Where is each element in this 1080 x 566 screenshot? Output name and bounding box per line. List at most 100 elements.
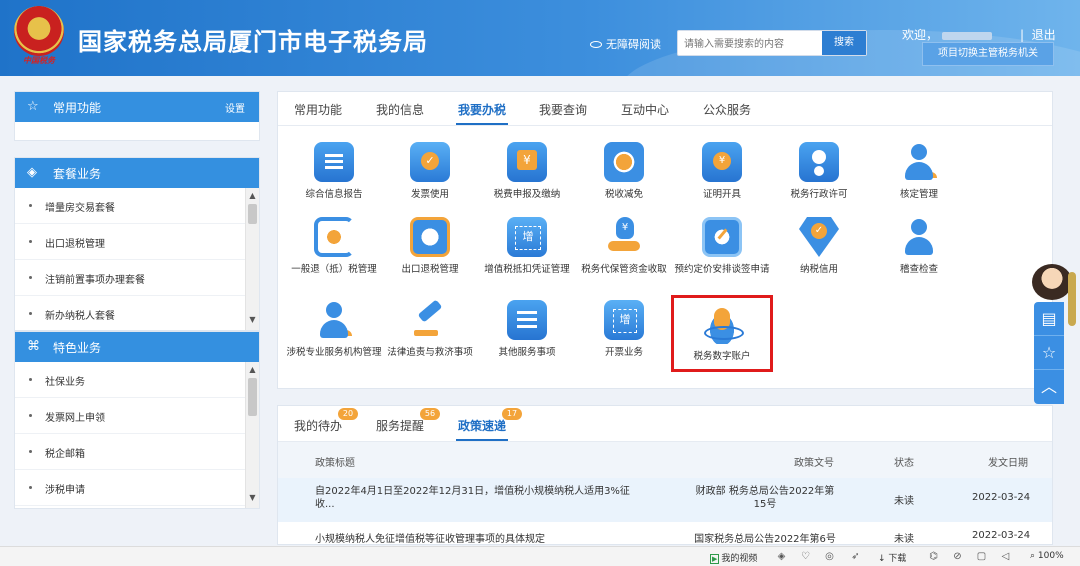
tab-service-reminder[interactable]: 服务提醒 56 — [376, 408, 441, 434]
speaker-icon[interactable]: ◁ — [1000, 551, 1011, 562]
sidebar-item-tax-mailbox[interactable]: 税企邮箱 — [15, 434, 259, 470]
service-certificate[interactable]: 证明开具 — [674, 142, 770, 201]
count-badge: 17 — [502, 408, 523, 420]
sidebar-settings-link[interactable]: 设置 — [225, 100, 245, 115]
document-icon — [314, 142, 354, 182]
zoom-level[interactable]: ⌕ 100% — [1030, 551, 1064, 561]
scroll-thumb[interactable] — [248, 204, 257, 224]
game-icon[interactable]: ⌬ — [928, 551, 939, 562]
customer-service-avatar[interactable] — [1032, 264, 1072, 300]
vat-stamp-icon — [507, 217, 547, 257]
scroll-down-icon[interactable]: ▼ — [246, 492, 259, 504]
tab-my-info[interactable]: 我的信息 — [376, 101, 424, 118]
search-input[interactable] — [684, 35, 824, 53]
policy-title-link[interactable]: 小规模纳税人免征增值税等征收管理事项的具体规定 — [315, 530, 545, 544]
switch-tax-authority-button[interactable]: 项目切换主管税务机关 — [922, 42, 1054, 66]
accessibility-link[interactable]: 无障碍阅读 — [590, 36, 661, 52]
service-vat-deduction[interactable]: 增值税抵扣凭证管理 — [479, 217, 575, 276]
scroll-up-icon[interactable]: ▲ — [246, 190, 259, 202]
service-inspection[interactable]: 稽查检查 — [871, 217, 967, 276]
username-mask — [942, 31, 993, 40]
service-label: 增值税抵扣凭证管理 — [484, 264, 570, 275]
service-label: 其他服务事项 — [498, 347, 556, 358]
eye-icon[interactable]: ◎ — [824, 551, 835, 562]
sidebar-packages-header[interactable]: ◈ 套餐业务 — [15, 158, 259, 188]
service-tax-credit[interactable]: 纳税信用 — [771, 217, 867, 276]
site-title: 国家税务总局厦门市电子税务局 — [78, 28, 428, 56]
sidebar-item-social-security[interactable]: 社保业务 — [15, 362, 259, 398]
service-admin-license[interactable]: 税务行政许可 — [771, 142, 867, 201]
policy-panel: 我的待办 20 服务提醒 56 政策速递 17 政策标题 政策文号 状态 发文日期 自… — [277, 405, 1053, 545]
sidebar-item-new-taxpayer-package[interactable]: 新办纳税人套餐 — [15, 296, 259, 332]
window-icon[interactable]: ▢ — [976, 551, 987, 562]
scroll-down-icon[interactable]: ▼ — [246, 314, 259, 326]
logout-label: 退出 — [1031, 28, 1056, 42]
rocket-icon[interactable]: ➶ — [850, 551, 861, 562]
scroll-up-icon[interactable]: ▲ — [246, 364, 259, 376]
emblem-caption: 中国税务 — [23, 56, 55, 65]
shield-icon[interactable]: ◈ — [776, 551, 787, 562]
refund-cycle-icon — [314, 217, 354, 257]
policy-title-link[interactable]: 自2022年4月1日至2022年12月31日，增值税小规模纳税人适用3%征收..… — [315, 485, 645, 511]
favorite-star-icon[interactable]: ☆ — [1034, 336, 1064, 370]
policy-table-header: 政策标题 政策文号 状态 发文日期 — [278, 442, 1052, 478]
tab-interaction[interactable]: 互动中心 — [621, 101, 669, 118]
back-to-top-icon[interactable]: ︿ — [1034, 370, 1064, 404]
my-video-button[interactable]: 我的视频 — [710, 551, 757, 564]
service-label: 出口退税管理 — [401, 264, 459, 275]
service-assessment[interactable]: 核定管理 — [871, 142, 967, 201]
sidebar-item-tax-application[interactable]: 涉税申请 — [15, 470, 259, 506]
service-other[interactable]: 其他服务事项 — [479, 300, 575, 359]
service-digital-tax-account[interactable]: 税务数字账户 — [671, 295, 773, 372]
window-scroll-thumb[interactable] — [1068, 272, 1076, 326]
bullet-icon — [29, 312, 32, 315]
tab-public-service[interactable]: 公众服务 — [703, 101, 751, 118]
agent-person-icon — [314, 300, 354, 340]
column-header-date: 发文日期 — [988, 458, 1028, 469]
service-invoice-use[interactable]: 发票使用 — [382, 142, 478, 201]
service-label: 核定管理 — [899, 189, 938, 200]
sidebar-item-invoice-apply[interactable]: 发票网上申领 — [15, 398, 259, 434]
sidebar-common-panel: ☆ 常用功能 设置 — [14, 91, 260, 141]
sidebar-special-panel: ⌘ 特色业务 社保业务 发票网上申领 税企邮箱 涉税申请 ▲ ▼ — [14, 331, 260, 509]
sidebar-special-header[interactable]: ⌘ 特色业务 — [15, 332, 259, 362]
sidebar-item-property-package[interactable]: 增量房交易套餐 — [15, 188, 259, 224]
sidebar-special-scrollbar[interactable]: ▲ ▼ — [245, 362, 259, 508]
list-icon — [507, 300, 547, 340]
service-export-rebate[interactable]: 出口退税管理 — [382, 217, 478, 276]
table-row[interactable]: 小规模纳税人免征增值税等征收管理事项的具体规定 国家税务总局公告2022年第6号… — [278, 522, 1052, 544]
service-tax-relief[interactable]: 税收减免 — [576, 142, 672, 201]
service-label: 法律追责与救济事项 — [387, 347, 473, 358]
service-legal-remedy[interactable]: 法律追责与救济事项 — [382, 300, 478, 359]
service-pricing-arrangement[interactable]: 预约定价安排谈签申请 — [674, 217, 770, 276]
logout-link[interactable]: | 退出 — [1020, 26, 1056, 43]
sidebar-item-deregistration-package[interactable]: 注销前置事项办理套餐 — [15, 260, 259, 296]
service-label: 一般退（抵）税管理 — [291, 264, 377, 275]
download-button[interactable]: ↓ 下载 — [878, 551, 906, 564]
layers-icon: ◈ — [27, 165, 37, 180]
tab-query[interactable]: 我要查询 — [539, 101, 587, 118]
sidebar-item-label: 税企邮箱 — [45, 449, 85, 460]
service-agency-management[interactable]: 涉税专业服务机构管理 — [286, 300, 382, 359]
invoice-stamp-icon — [604, 300, 644, 340]
service-declare-pay[interactable]: 税费申报及缴纳 — [479, 142, 575, 201]
table-row[interactable]: 自2022年4月1日至2022年12月31日，增值税小规模纳税人适用3%征收..… — [278, 478, 1052, 522]
tab-policy-express[interactable]: 政策速递 17 — [455, 408, 523, 441]
tab-do-tax[interactable]: 我要办税 — [455, 101, 509, 125]
sidebar-packages-scrollbar[interactable]: ▲ ▼ — [245, 188, 259, 330]
scroll-thumb[interactable] — [248, 378, 257, 416]
coin-icon — [604, 142, 644, 182]
heart-icon[interactable]: ♡ — [800, 551, 811, 562]
tab-common[interactable]: 常用功能 — [294, 101, 342, 118]
globe-icon — [410, 217, 450, 257]
tab-my-todo[interactable]: 我的待办 20 — [294, 408, 359, 434]
sidebar-item-label: 涉税申请 — [45, 485, 85, 496]
sidebar-item-export-rebate[interactable]: 出口退税管理 — [15, 224, 259, 260]
form-icon[interactable]: ▤ — [1034, 302, 1064, 336]
service-info-report[interactable]: 综合信息报告 — [286, 142, 382, 201]
screenshot-icon[interactable]: ⊘ — [952, 551, 963, 562]
search-button[interactable]: 搜索 — [822, 31, 866, 55]
service-general-refund[interactable]: 一般退（抵）税管理 — [286, 217, 382, 276]
service-custody-funds[interactable]: 税务代保管资金收取 — [576, 217, 672, 276]
service-invoicing[interactable]: 开票业务 — [576, 300, 672, 359]
